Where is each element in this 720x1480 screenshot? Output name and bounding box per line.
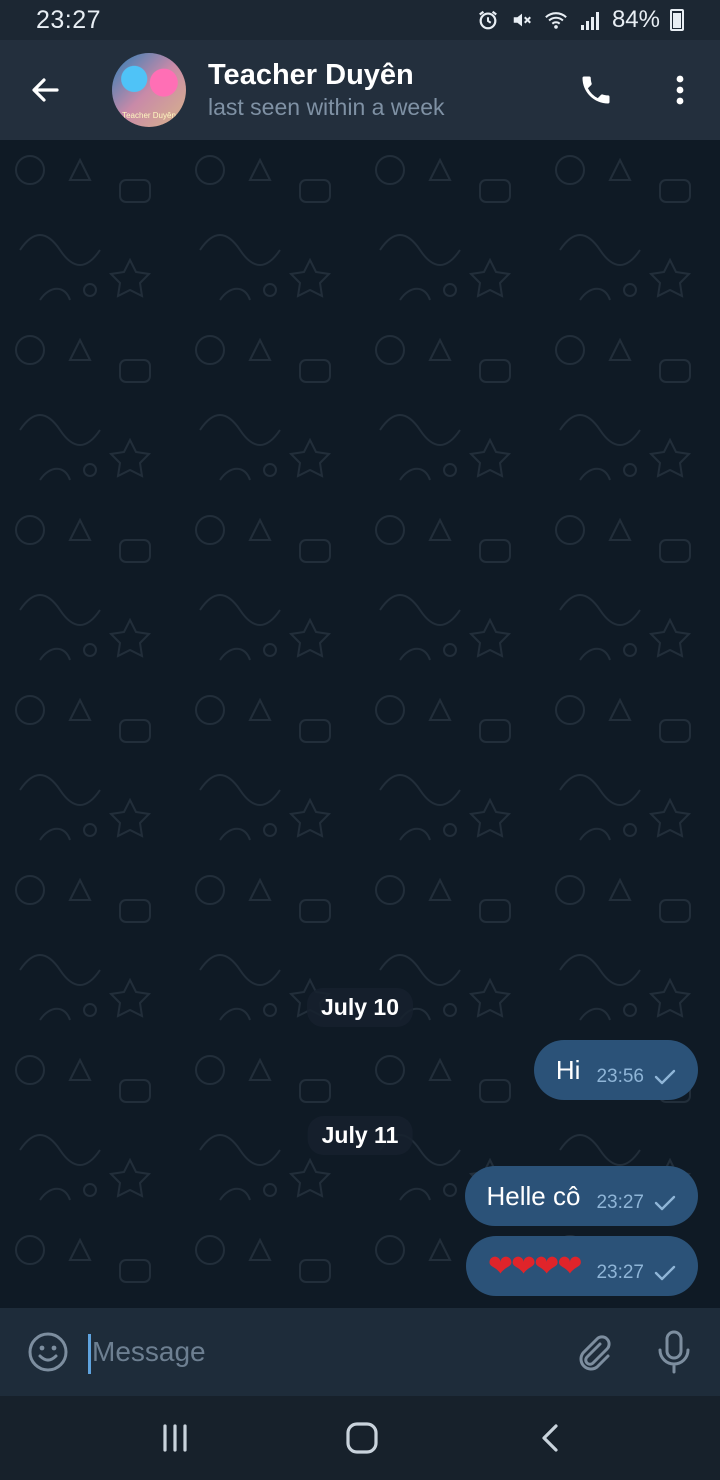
- avatar[interactable]: Teacher Duyên: [112, 53, 186, 127]
- message-input[interactable]: [92, 1330, 532, 1374]
- more-options-button[interactable]: [660, 66, 700, 114]
- status-bar: 23:27 84%: [0, 0, 720, 40]
- emoji-button[interactable]: [26, 1330, 70, 1374]
- signal-icon: [578, 8, 602, 32]
- status-icons: 84%: [476, 6, 684, 34]
- alarm-icon: [476, 8, 500, 32]
- message-list[interactable]: July 10 Hi 23:56 July 11 Helle cô 23:27 …: [0, 140, 720, 1308]
- message-meta: 23:27: [596, 1262, 676, 1284]
- chat-title: Teacher Duyên: [208, 59, 414, 91]
- message-text: ❤❤❤❤: [487, 1249, 583, 1283]
- attach-button[interactable]: [574, 1332, 614, 1372]
- chat-info[interactable]: Teacher Duyên last seen within a week: [208, 58, 445, 122]
- phone-icon: [582, 76, 610, 104]
- check-icon: [654, 1265, 676, 1281]
- system-nav-bar: [0, 1396, 720, 1480]
- message-text: Helle cô: [486, 1180, 581, 1211]
- home-icon: [346, 1422, 378, 1454]
- outgoing-message[interactable]: ❤❤❤❤ 23:27: [465, 1236, 698, 1296]
- message-meta: 23:27: [596, 1192, 676, 1214]
- message-time: 23:27: [596, 1262, 644, 1283]
- battery-percent: 84%: [611, 6, 660, 33]
- date-separator: July 11: [307, 1116, 413, 1155]
- arrow-left-icon: [32, 78, 59, 102]
- system-back-button[interactable]: [530, 1420, 570, 1456]
- chat-subtitle: last seen within a week: [208, 94, 445, 120]
- text-cursor: [88, 1334, 91, 1374]
- recent-apps-icon: [163, 1424, 187, 1452]
- message-time: 23:56: [596, 1066, 644, 1087]
- message-composer: [0, 1308, 720, 1396]
- message-meta: 23:56: [596, 1066, 676, 1088]
- call-button[interactable]: [572, 66, 620, 114]
- message-text: Hi: [555, 1054, 581, 1085]
- date-separator: July 10: [307, 988, 413, 1027]
- microphone-icon: [658, 1330, 690, 1374]
- check-icon: [654, 1195, 676, 1211]
- battery-icon: [670, 9, 684, 31]
- check-icon: [654, 1069, 676, 1085]
- message-time: 23:27: [596, 1192, 644, 1213]
- paperclip-icon: [579, 1335, 611, 1371]
- outgoing-message[interactable]: Helle cô 23:27: [464, 1166, 698, 1226]
- recent-apps-button[interactable]: [155, 1420, 195, 1456]
- chevron-left-icon: [542, 1424, 558, 1452]
- chat-header: Teacher Duyên Teacher Duyên last seen wi…: [0, 40, 720, 140]
- wifi-icon: [544, 8, 568, 32]
- outgoing-message[interactable]: Hi 23:56: [533, 1040, 698, 1100]
- status-time: 23:27: [36, 5, 102, 34]
- back-button[interactable]: [0, 40, 90, 140]
- home-button[interactable]: [342, 1420, 382, 1456]
- voice-message-button[interactable]: [654, 1328, 694, 1376]
- more-vertical-icon: [676, 75, 684, 105]
- avatar-caption: Teacher Duyên: [122, 111, 176, 120]
- mute-icon: [510, 8, 534, 32]
- smiley-icon: [28, 1332, 68, 1372]
